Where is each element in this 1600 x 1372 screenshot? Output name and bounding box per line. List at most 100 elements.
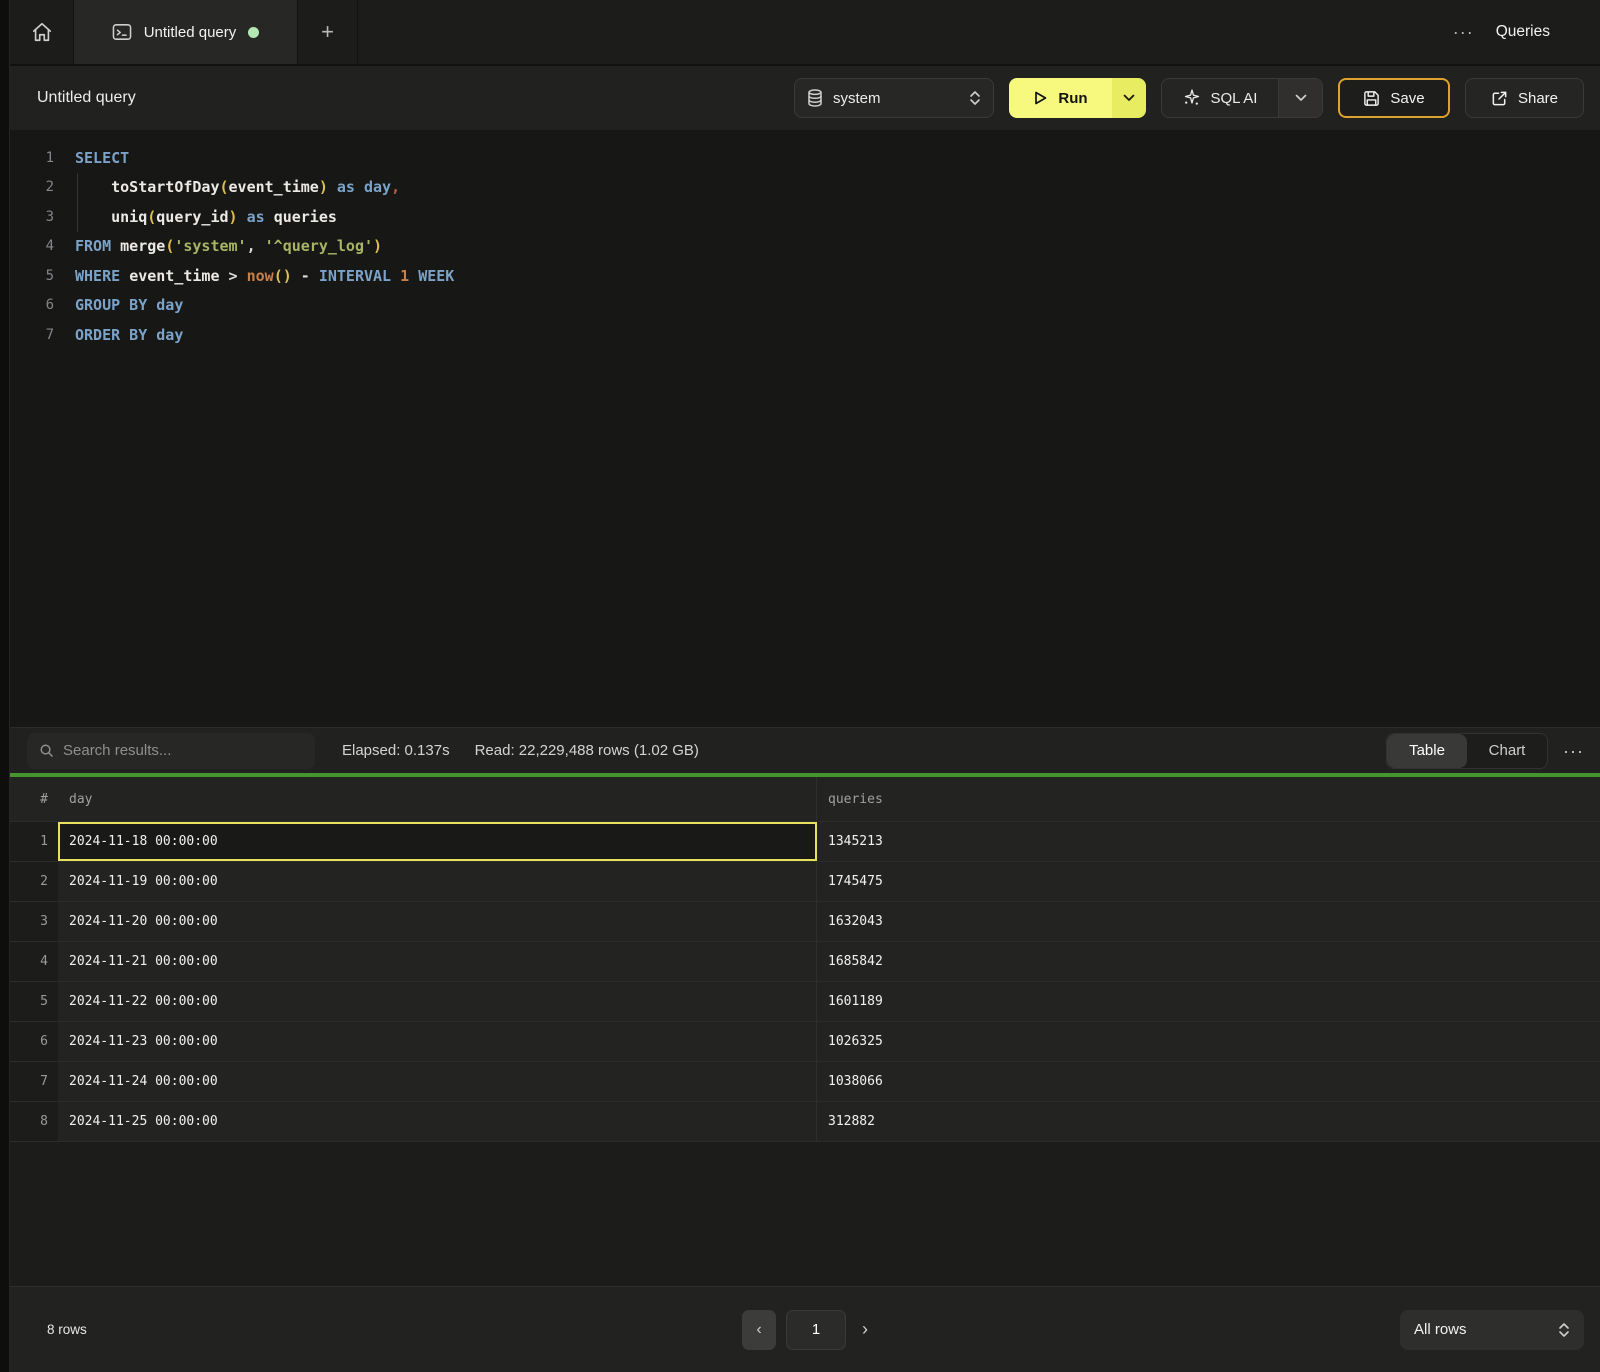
- sql-ai-options-button[interactable]: [1278, 79, 1322, 117]
- table-row: 62024-11-23 00:00:001026325: [10, 1022, 1600, 1062]
- save-icon: [1363, 90, 1380, 107]
- queries-cell[interactable]: 1038066: [817, 1062, 1600, 1101]
- table-row: 52024-11-22 00:00:001601189: [10, 982, 1600, 1022]
- run-label: Run: [1058, 90, 1087, 107]
- code-line[interactable]: 1SELECT: [10, 143, 1600, 173]
- results-footer: 8 rows ‹ 1 › All rows: [10, 1286, 1600, 1372]
- sql-console-app: Untitled query + ··· Queries Untitled qu…: [0, 0, 1600, 1372]
- results-table-header: # day queries: [10, 777, 1600, 822]
- sql-editor[interactable]: 1SELECT2 toStartOfDay(event_time) as day…: [10, 130, 1600, 727]
- home-button[interactable]: [10, 0, 74, 64]
- terminal-icon: [112, 23, 132, 41]
- sql-ai-button[interactable]: SQL AI: [1162, 79, 1278, 117]
- tab-bar: Untitled query + ··· Queries: [10, 0, 1600, 66]
- share-button[interactable]: Share: [1465, 78, 1584, 118]
- code-line[interactable]: 7ORDER BY day: [10, 320, 1600, 350]
- new-tab-button[interactable]: +: [298, 0, 358, 64]
- tab-chart-view[interactable]: Chart: [1467, 734, 1547, 768]
- code-line[interactable]: 5WHERE event_time > now() - INTERVAL 1 W…: [10, 261, 1600, 291]
- day-cell[interactable]: 2024-11-20 00:00:00: [58, 902, 817, 941]
- table-row: 12024-11-18 00:00:001345213: [10, 822, 1600, 862]
- table-row: 42024-11-21 00:00:001685842: [10, 942, 1600, 982]
- chevron-right-icon: ›: [862, 1319, 868, 1339]
- editor-lines: 1SELECT2 toStartOfDay(event_time) as day…: [10, 143, 1600, 350]
- row-index-cell: 4: [10, 942, 58, 981]
- database-icon: [807, 89, 823, 107]
- results-search-input[interactable]: [63, 742, 303, 759]
- read-stat: Read: 22,229,488 rows (1.02 GB): [475, 742, 699, 759]
- day-cell[interactable]: 2024-11-21 00:00:00: [58, 942, 817, 981]
- next-page-button[interactable]: ›: [862, 1319, 868, 1340]
- pagination: ‹ 1 ›: [742, 1310, 868, 1350]
- queries-cell[interactable]: 1745475: [817, 862, 1600, 901]
- share-label: Share: [1518, 90, 1558, 107]
- code-text: ORDER BY day: [54, 326, 183, 344]
- chevron-updown-icon: [969, 90, 981, 106]
- save-label: Save: [1390, 90, 1424, 107]
- line-number: 5: [10, 268, 54, 284]
- day-cell[interactable]: 2024-11-23 00:00:00: [58, 1022, 817, 1061]
- results-search-box[interactable]: [27, 733, 315, 769]
- row-index-cell: 5: [10, 982, 58, 1021]
- tab-untitled-query[interactable]: Untitled query: [74, 0, 298, 64]
- tabbar-spacer: [358, 0, 1453, 64]
- code-text: WHERE event_time > now() - INTERVAL 1 WE…: [54, 267, 454, 285]
- line-number: 7: [10, 327, 54, 343]
- run-options-button[interactable]: [1112, 78, 1146, 118]
- code-text: toStartOfDay(event_time) as day,: [54, 178, 400, 196]
- more-options-icon[interactable]: ···: [1453, 23, 1474, 41]
- plus-icon: +: [321, 19, 334, 45]
- day-cell[interactable]: 2024-11-25 00:00:00: [58, 1102, 817, 1141]
- column-header-queries[interactable]: queries: [817, 777, 1600, 821]
- table-row: 72024-11-24 00:00:001038066: [10, 1062, 1600, 1102]
- queries-cell[interactable]: 1601189: [817, 982, 1600, 1021]
- queries-cell[interactable]: 1685842: [817, 942, 1600, 981]
- tab-table-view[interactable]: Table: [1387, 734, 1467, 768]
- save-button[interactable]: Save: [1338, 78, 1450, 118]
- main-column: Untitled query + ··· Queries Untitled qu…: [10, 0, 1600, 1372]
- tabbar-right: ··· Queries: [1453, 0, 1600, 64]
- day-cell[interactable]: 2024-11-19 00:00:00: [58, 862, 817, 901]
- code-line[interactable]: 2 toStartOfDay(event_time) as day,: [10, 173, 1600, 203]
- code-line[interactable]: 6GROUP BY day: [10, 291, 1600, 321]
- page-size-select[interactable]: All rows: [1400, 1310, 1584, 1350]
- indent-guide: [77, 173, 78, 232]
- code-line[interactable]: 3 uniq(query_id) as queries: [10, 202, 1600, 232]
- day-cell-selected[interactable]: 2024-11-18 00:00:00: [58, 822, 817, 861]
- table-row: 32024-11-20 00:00:001632043: [10, 902, 1600, 942]
- share-icon: [1491, 90, 1508, 107]
- column-header-index[interactable]: #: [10, 792, 58, 807]
- query-header: Untitled query system: [10, 66, 1600, 130]
- queries-cell[interactable]: 312882: [817, 1102, 1600, 1141]
- unsaved-dot-icon: [248, 27, 259, 38]
- row-index-cell: 1: [10, 822, 58, 861]
- queries-panel-toggle[interactable]: Queries: [1496, 23, 1550, 41]
- results-more-options-icon[interactable]: ···: [1563, 742, 1584, 760]
- chevron-left-icon: ‹: [756, 1321, 761, 1339]
- row-index-cell: 2: [10, 862, 58, 901]
- current-page-button[interactable]: 1: [786, 1310, 846, 1350]
- results-table: # day queries 12024-11-18 00:00:00134521…: [10, 777, 1600, 1286]
- elapsed-stat: Elapsed: 0.137s: [342, 742, 450, 759]
- day-cell[interactable]: 2024-11-24 00:00:00: [58, 1062, 817, 1101]
- line-number: 4: [10, 238, 54, 254]
- queries-cell[interactable]: 1345213: [817, 822, 1600, 861]
- column-header-day[interactable]: day: [58, 777, 817, 821]
- code-text: GROUP BY day: [54, 296, 183, 314]
- line-number: 6: [10, 297, 54, 313]
- queries-cell[interactable]: 1632043: [817, 902, 1600, 941]
- day-cell[interactable]: 2024-11-22 00:00:00: [58, 982, 817, 1021]
- home-icon: [31, 21, 53, 43]
- database-select[interactable]: system: [794, 78, 994, 118]
- code-text: SELECT: [54, 149, 129, 167]
- search-icon: [39, 743, 54, 758]
- queries-cell[interactable]: 1026325: [817, 1022, 1600, 1061]
- table-empty-area: [10, 1142, 1600, 1286]
- sql-ai-button-group: SQL AI: [1161, 78, 1323, 118]
- sparkles-icon: [1183, 89, 1201, 107]
- code-line[interactable]: 4FROM merge('system', '^query_log'): [10, 232, 1600, 262]
- prev-page-button[interactable]: ‹: [742, 1310, 776, 1350]
- run-button[interactable]: Run: [1009, 78, 1112, 118]
- row-index-cell: 7: [10, 1062, 58, 1101]
- page-size-value: All rows: [1414, 1321, 1467, 1338]
